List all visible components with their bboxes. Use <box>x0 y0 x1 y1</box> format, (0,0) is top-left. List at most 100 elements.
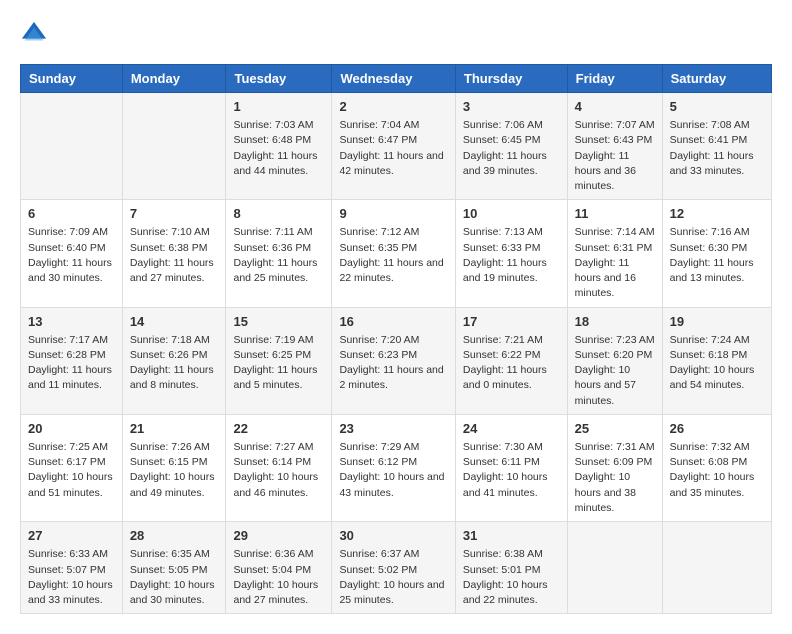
day-info: Sunrise: 7:21 AM Sunset: 6:22 PM Dayligh… <box>463 333 560 394</box>
day-number: 28 <box>130 527 219 545</box>
calendar-day-cell <box>567 522 662 614</box>
calendar-weekday-header: Sunday <box>21 65 123 93</box>
calendar-week-row: 1 Sunrise: 7:03 AM Sunset: 6:48 PM Daylig… <box>21 93 772 200</box>
day-number: 22 <box>233 420 324 438</box>
calendar-day-cell: 27 Sunrise: 6:33 AM Sunset: 5:07 PM Dayli… <box>21 522 123 614</box>
day-info: Sunrise: 7:29 AM Sunset: 6:12 PM Dayligh… <box>339 440 447 501</box>
calendar-day-cell <box>662 522 771 614</box>
day-number: 14 <box>130 313 219 331</box>
calendar-day-cell: 1 Sunrise: 7:03 AM Sunset: 6:48 PM Daylig… <box>226 93 332 200</box>
logo <box>20 20 52 48</box>
day-number: 15 <box>233 313 324 331</box>
day-number: 12 <box>670 205 764 223</box>
day-info: Sunrise: 7:09 AM Sunset: 6:40 PM Dayligh… <box>28 225 115 286</box>
day-number: 27 <box>28 527 115 545</box>
calendar-week-row: 20 Sunrise: 7:25 AM Sunset: 6:17 PM Dayli… <box>21 414 772 521</box>
day-info: Sunrise: 7:32 AM Sunset: 6:08 PM Dayligh… <box>670 440 764 501</box>
calendar-day-cell: 19 Sunrise: 7:24 AM Sunset: 6:18 PM Dayli… <box>662 307 771 414</box>
day-number: 9 <box>339 205 447 223</box>
calendar-day-cell: 7 Sunrise: 7:10 AM Sunset: 6:38 PM Daylig… <box>122 200 226 307</box>
day-number: 20 <box>28 420 115 438</box>
calendar-day-cell: 29 Sunrise: 6:36 AM Sunset: 5:04 PM Dayli… <box>226 522 332 614</box>
calendar-day-cell: 4Sunrise: 7:07 AM Sunset: 6:43 PM Daylig… <box>567 93 662 200</box>
calendar-weekday-header: Friday <box>567 65 662 93</box>
calendar-weekday-header: Saturday <box>662 65 771 93</box>
calendar-day-cell: 12 Sunrise: 7:16 AM Sunset: 6:30 PM Dayli… <box>662 200 771 307</box>
day-number: 18 <box>575 313 655 331</box>
day-number: 1 <box>233 98 324 116</box>
day-info: Sunrise: 6:38 AM Sunset: 5:01 PM Dayligh… <box>463 547 560 608</box>
day-number: 2 <box>339 98 447 116</box>
day-number: 4 <box>575 98 655 116</box>
day-info: Sunrise: 6:36 AM Sunset: 5:04 PM Dayligh… <box>233 547 324 608</box>
day-info: Sunrise: 7:30 AM Sunset: 6:11 PM Dayligh… <box>463 440 560 501</box>
calendar-day-cell: 10Sunrise: 7:13 AM Sunset: 6:33 PM Dayli… <box>455 200 567 307</box>
calendar-day-cell: 8Sunrise: 7:11 AM Sunset: 6:36 PM Daylig… <box>226 200 332 307</box>
calendar-week-row: 13Sunrise: 7:17 AM Sunset: 6:28 PM Dayli… <box>21 307 772 414</box>
calendar-day-cell: 23 Sunrise: 7:29 AM Sunset: 6:12 PM Dayli… <box>332 414 455 521</box>
day-number: 23 <box>339 420 447 438</box>
day-number: 3 <box>463 98 560 116</box>
calendar-day-cell: 20 Sunrise: 7:25 AM Sunset: 6:17 PM Dayli… <box>21 414 123 521</box>
day-number: 25 <box>575 420 655 438</box>
calendar-day-cell: 16 Sunrise: 7:20 AM Sunset: 6:23 PM Dayli… <box>332 307 455 414</box>
calendar-day-cell: 17 Sunrise: 7:21 AM Sunset: 6:22 PM Dayli… <box>455 307 567 414</box>
day-number: 5 <box>670 98 764 116</box>
day-info: Sunrise: 7:20 AM Sunset: 6:23 PM Dayligh… <box>339 333 447 394</box>
calendar-day-cell: 18 Sunrise: 7:23 AM Sunset: 6:20 PM Dayli… <box>567 307 662 414</box>
day-info: Sunrise: 7:10 AM Sunset: 6:38 PM Dayligh… <box>130 225 219 286</box>
calendar-day-cell <box>122 93 226 200</box>
calendar-day-cell: 13Sunrise: 7:17 AM Sunset: 6:28 PM Dayli… <box>21 307 123 414</box>
calendar-day-cell: 21Sunrise: 7:26 AM Sunset: 6:15 PM Dayli… <box>122 414 226 521</box>
calendar-weekday-header: Thursday <box>455 65 567 93</box>
day-number: 19 <box>670 313 764 331</box>
day-info: Sunrise: 7:12 AM Sunset: 6:35 PM Dayligh… <box>339 225 447 286</box>
day-info: Sunrise: 7:03 AM Sunset: 6:48 PM Dayligh… <box>233 118 324 179</box>
day-number: 30 <box>339 527 447 545</box>
day-number: 31 <box>463 527 560 545</box>
day-number: 16 <box>339 313 447 331</box>
calendar-table: SundayMondayTuesdayWednesdayThursdayFrid… <box>20 64 772 614</box>
calendar-day-cell: 3 Sunrise: 7:06 AM Sunset: 6:45 PM Daylig… <box>455 93 567 200</box>
calendar-day-cell: 30 Sunrise: 6:37 AM Sunset: 5:02 PM Dayli… <box>332 522 455 614</box>
logo-icon <box>20 20 48 48</box>
calendar-day-cell: 22 Sunrise: 7:27 AM Sunset: 6:14 PM Dayli… <box>226 414 332 521</box>
day-info: Sunrise: 7:27 AM Sunset: 6:14 PM Dayligh… <box>233 440 324 501</box>
day-number: 11 <box>575 205 655 223</box>
day-number: 13 <box>28 313 115 331</box>
calendar-day-cell: 26 Sunrise: 7:32 AM Sunset: 6:08 PM Dayli… <box>662 414 771 521</box>
day-info: Sunrise: 6:33 AM Sunset: 5:07 PM Dayligh… <box>28 547 115 608</box>
calendar-day-cell: 14 Sunrise: 7:18 AM Sunset: 6:26 PM Dayli… <box>122 307 226 414</box>
day-number: 24 <box>463 420 560 438</box>
calendar-day-cell: 5Sunrise: 7:08 AM Sunset: 6:41 PM Daylig… <box>662 93 771 200</box>
calendar-day-cell: 15 Sunrise: 7:19 AM Sunset: 6:25 PM Dayli… <box>226 307 332 414</box>
day-number: 17 <box>463 313 560 331</box>
day-number: 26 <box>670 420 764 438</box>
calendar-day-cell: 9 Sunrise: 7:12 AM Sunset: 6:35 PM Daylig… <box>332 200 455 307</box>
calendar-week-row: 6Sunrise: 7:09 AM Sunset: 6:40 PM Daylig… <box>21 200 772 307</box>
calendar-day-cell: 31 Sunrise: 6:38 AM Sunset: 5:01 PM Dayli… <box>455 522 567 614</box>
day-number: 21 <box>130 420 219 438</box>
day-info: Sunrise: 7:19 AM Sunset: 6:25 PM Dayligh… <box>233 333 324 394</box>
day-info: Sunrise: 7:16 AM Sunset: 6:30 PM Dayligh… <box>670 225 764 286</box>
page-header <box>20 20 772 48</box>
day-info: Sunrise: 7:06 AM Sunset: 6:45 PM Dayligh… <box>463 118 560 179</box>
day-info: Sunrise: 7:23 AM Sunset: 6:20 PM Dayligh… <box>575 333 655 409</box>
day-info: Sunrise: 7:25 AM Sunset: 6:17 PM Dayligh… <box>28 440 115 501</box>
day-info: Sunrise: 7:31 AM Sunset: 6:09 PM Dayligh… <box>575 440 655 516</box>
day-number: 10 <box>463 205 560 223</box>
day-number: 7 <box>130 205 219 223</box>
day-number: 29 <box>233 527 324 545</box>
calendar-header-row: SundayMondayTuesdayWednesdayThursdayFrid… <box>21 65 772 93</box>
day-info: Sunrise: 7:18 AM Sunset: 6:26 PM Dayligh… <box>130 333 219 394</box>
calendar-week-row: 27 Sunrise: 6:33 AM Sunset: 5:07 PM Dayli… <box>21 522 772 614</box>
day-info: Sunrise: 7:24 AM Sunset: 6:18 PM Dayligh… <box>670 333 764 394</box>
calendar-day-cell: 28Sunrise: 6:35 AM Sunset: 5:05 PM Dayli… <box>122 522 226 614</box>
calendar-day-cell: 24 Sunrise: 7:30 AM Sunset: 6:11 PM Dayli… <box>455 414 567 521</box>
calendar-weekday-header: Wednesday <box>332 65 455 93</box>
calendar-day-cell: 11Sunrise: 7:14 AM Sunset: 6:31 PM Dayli… <box>567 200 662 307</box>
day-number: 8 <box>233 205 324 223</box>
calendar-day-cell: 6Sunrise: 7:09 AM Sunset: 6:40 PM Daylig… <box>21 200 123 307</box>
day-info: Sunrise: 6:37 AM Sunset: 5:02 PM Dayligh… <box>339 547 447 608</box>
calendar-day-cell <box>21 93 123 200</box>
